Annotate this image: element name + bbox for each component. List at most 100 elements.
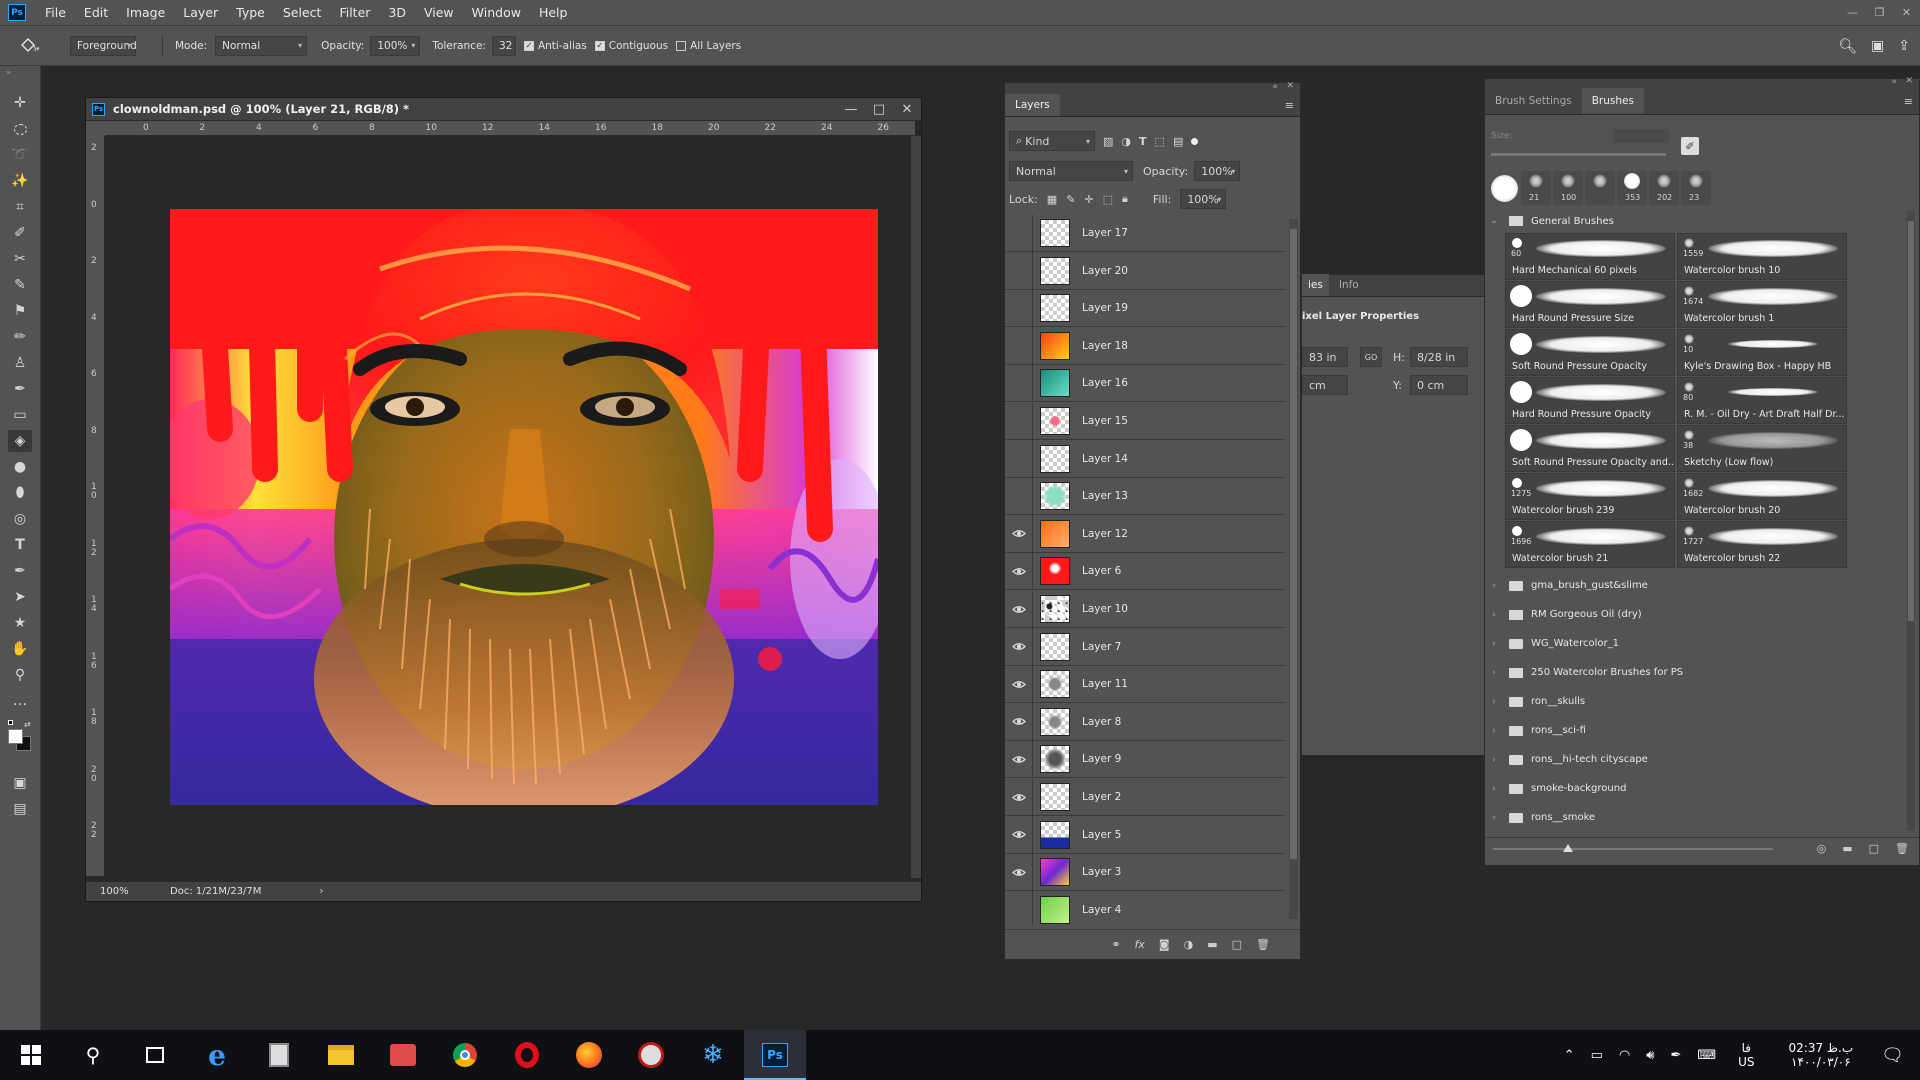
layer-name[interactable]: Layer 7 <box>1082 641 1121 653</box>
size-input[interactable] <box>1613 129 1669 143</box>
zoom-level[interactable]: 100% <box>100 886 170 897</box>
layer-name[interactable]: Layer 16 <box>1082 377 1128 389</box>
brushes-scrollbar[interactable] <box>1907 211 1915 831</box>
new-brush-icon[interactable]: ✐ <box>1681 137 1699 155</box>
brush-preset[interactable]: 38 Sketchy (Low flow) <box>1677 425 1847 472</box>
path-selection-tool-icon[interactable]: ➤ <box>8 586 32 608</box>
collapse-panel-icon[interactable]: « <box>1272 82 1278 92</box>
filter-adjustment-icon[interactable]: ◑ <box>1121 135 1131 148</box>
eye-icon[interactable] <box>1005 552 1033 590</box>
filter-type-icon[interactable]: T <box>1139 135 1147 148</box>
mode-dropdown[interactable]: Normal ▾ <box>215 35 308 56</box>
layer-thumbnail[interactable] <box>1040 482 1070 511</box>
eye-icon[interactable] <box>1005 703 1033 741</box>
lock-artboard-icon[interactable]: ⬚ <box>1103 193 1113 206</box>
close-icon[interactable]: ✕ <box>1893 0 1920 25</box>
antialias-checkbox[interactable]: ✓ <box>523 40 534 51</box>
tab-brush-settings[interactable]: Brush Settings <box>1485 88 1582 114</box>
recent-brush-preset[interactable]: 21 <box>1521 171 1551 205</box>
brush-folder[interactable]: › rons__smoke <box>1485 803 1905 832</box>
brush-folder[interactable]: › ron__skulls <box>1485 687 1905 716</box>
lock-pixels-icon[interactable]: ✎ <box>1066 193 1075 206</box>
layer-name[interactable]: Layer 9 <box>1082 753 1121 765</box>
pen-icon[interactable]: ✒ <box>1670 1048 1681 1063</box>
brush-preset[interactable]: 1559 Watercolor brush 10 <box>1677 233 1847 280</box>
layer-thumbnail[interactable] <box>1040 557 1070 586</box>
recent-brush-preset[interactable]: 353 <box>1617 171 1647 205</box>
media-app-icon[interactable] <box>620 1030 682 1080</box>
menu-image[interactable]: Image <box>117 0 174 25</box>
folder-expand-icon[interactable]: › <box>1485 813 1503 823</box>
brush-preset[interactable]: 1727 Watercolor brush 22 <box>1677 521 1847 568</box>
menu-edit[interactable]: Edit <box>75 0 117 25</box>
magic-wand-tool-icon[interactable]: ✨ <box>8 170 32 192</box>
tab-properties[interactable]: ies <box>1302 274 1329 296</box>
keyboard-icon[interactable]: ⌨ <box>1697 1048 1716 1063</box>
vertical-ruler[interactable]: 2 0 2 4 6 8 1 0 1 2 1 4 1 6 1 8 2 0 2 2 <box>86 136 105 876</box>
default-colors-icon[interactable] <box>8 720 16 728</box>
close-panel-icon[interactable]: ✕ <box>1286 81 1294 91</box>
preview-size-slider[interactable] <box>1493 848 1773 850</box>
layer-name[interactable]: Layer 6 <box>1082 565 1121 577</box>
brushes-menu-icon[interactable]: ≡ <box>1904 95 1913 108</box>
calculator-icon[interactable] <box>248 1030 310 1080</box>
layer-thumbnail[interactable] <box>1040 895 1070 924</box>
new-adjustment-icon[interactable]: ◑ <box>1184 938 1194 951</box>
delete-brush-icon[interactable]: 🗑︎ <box>1895 842 1909 855</box>
layer-row[interactable]: Layer 19 <box>1005 289 1285 328</box>
healing-brush-tool-icon[interactable]: ✂ <box>8 248 32 270</box>
filter-pixel-icon[interactable]: ▧ <box>1103 135 1113 148</box>
brush-preset[interactable]: 60 Hard Mechanical 60 pixels <box>1505 233 1675 280</box>
layer-thumbnail[interactable] <box>1040 670 1070 699</box>
blend-mode-dropdown[interactable]: Normal ▾ <box>1009 161 1133 181</box>
layer-name[interactable]: Layer 13 <box>1082 490 1128 502</box>
move-tool-icon[interactable]: ✛ <box>8 92 32 114</box>
all-layers-checkbox[interactable] <box>676 40 687 51</box>
link-layers-icon[interactable]: ⚭ <box>1111 938 1120 951</box>
doc-minimize-icon[interactable]: — <box>837 98 865 121</box>
brush-folder[interactable]: › smoke-background <box>1485 774 1905 803</box>
folder-expand-icon[interactable]: › <box>1485 610 1503 620</box>
screen-mode-icon[interactable]: ▤ <box>8 798 32 820</box>
notifications-icon[interactable]: 🗨︎ <box>1881 1045 1904 1066</box>
layer-thumbnail[interactable] <box>1040 632 1070 661</box>
brush-folder[interactable]: › WG_Watercolor_1 <box>1485 629 1905 658</box>
fill-input[interactable]: 100% ▾ <box>1180 189 1227 209</box>
recent-brush-preset[interactable] <box>1585 171 1615 205</box>
layer-row[interactable]: Layer 18 <box>1005 327 1285 365</box>
hidden-eye-icon[interactable] <box>1005 477 1033 515</box>
start-button[interactable] <box>0 1030 62 1080</box>
layer-name[interactable]: Layer 3 <box>1082 866 1121 878</box>
crop-tool-icon[interactable]: ⌗ <box>8 196 32 218</box>
clone-stamp-tool-icon[interactable]: ⚑ <box>8 300 32 322</box>
eye-icon[interactable] <box>1005 628 1033 666</box>
menu-3d[interactable]: 3D <box>379 0 415 25</box>
new-group-icon[interactable]: ▬ <box>1207 938 1217 951</box>
pen-tool-icon[interactable]: ✒ <box>8 560 32 582</box>
shape-tool-icon[interactable]: ★ <box>8 612 32 634</box>
lock-all-icon[interactable]: 🔒︎ <box>1122 192 1128 206</box>
layer-name[interactable]: Layer 20 <box>1082 265 1128 277</box>
search-icon[interactable]: 🔍︎ <box>1838 37 1857 55</box>
stamp-tool-icon[interactable]: ♙ <box>8 352 32 374</box>
delete-layer-icon[interactable]: 🗑︎ <box>1256 938 1270 951</box>
lock-position-icon[interactable]: ✛ <box>1084 193 1093 206</box>
brush-group-header[interactable]: ⌄ General Brushes <box>1485 211 1905 231</box>
eraser-tool-icon[interactable]: ▭ <box>8 404 32 426</box>
brush-preset[interactable]: 80 R. M. - Oil Dry - Art Draft Half Dr... <box>1677 377 1847 424</box>
filter-toggle-icon[interactable] <box>1191 137 1199 145</box>
file-explorer-icon[interactable] <box>310 1030 372 1080</box>
width-input[interactable]: 83 in <box>1302 347 1348 367</box>
layer-row[interactable]: Layer 2 <box>1005 778 1285 816</box>
tab-info[interactable]: Info <box>1329 274 1369 296</box>
brush-tool-icon[interactable]: ✎ <box>8 274 32 296</box>
toggle-preview-icon[interactable]: ◎ <box>1817 842 1827 855</box>
lasso-tool-icon[interactable]: ➰ <box>8 144 32 166</box>
eye-icon[interactable] <box>1005 515 1033 553</box>
recent-brush-preset[interactable] <box>1489 171 1519 205</box>
restore-icon[interactable]: ❐ <box>1866 0 1893 25</box>
network-icon[interactable]: ◠ <box>1619 1048 1630 1063</box>
layer-name[interactable]: Layer 12 <box>1082 528 1128 540</box>
group-expand-icon[interactable]: ⌄ <box>1485 216 1503 226</box>
layer-row[interactable]: Layer 4 <box>1005 891 1285 925</box>
